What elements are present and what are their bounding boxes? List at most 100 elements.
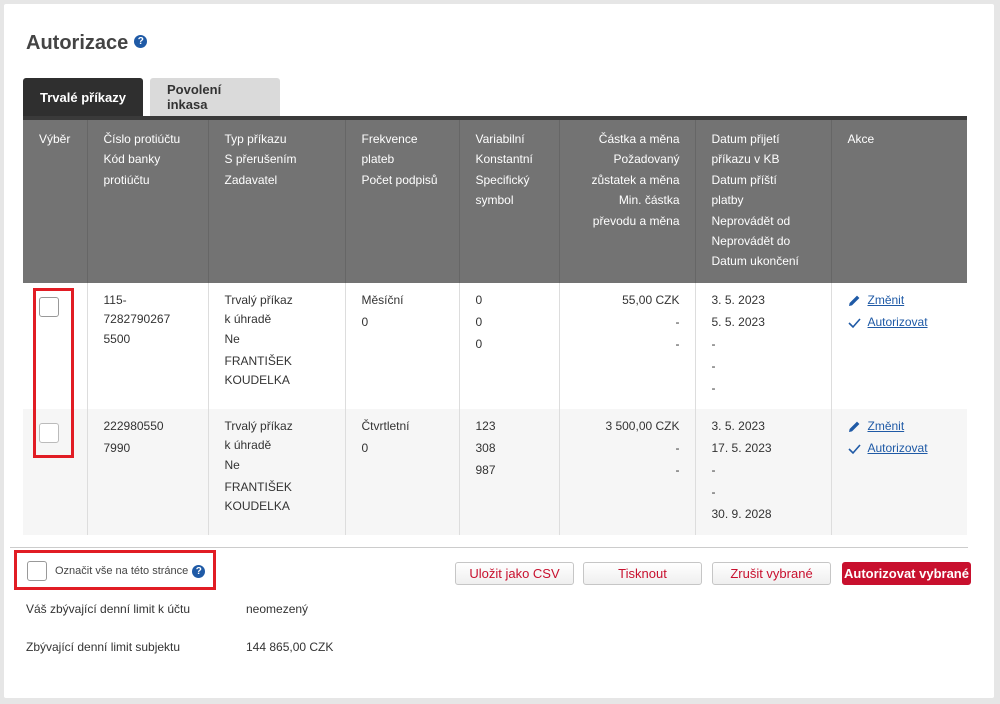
page-title: Autorizace? xyxy=(26,32,148,55)
tab-direct-debit-permits[interactable]: Povolení inkasa xyxy=(150,78,280,116)
col-header-line: Akce xyxy=(847,132,875,146)
authorize-link[interactable]: Autorizovat xyxy=(868,311,928,333)
order-type: Trvalý příkaz k úhradě xyxy=(224,293,293,326)
variable-symbol: 0 xyxy=(475,293,483,307)
signatures-value: 0 xyxy=(361,315,369,329)
col-header-line: Datum příští xyxy=(711,172,777,187)
account-number: 222980550 xyxy=(103,419,164,433)
col-header-line: Požadovaný xyxy=(613,152,680,167)
col-header-line: protiúčtu xyxy=(103,172,150,187)
frequency-cell: Měsíční 0 xyxy=(345,283,460,409)
cancel-selected-button[interactable]: Zrušit vybrané xyxy=(712,562,831,585)
variable-symbol: 123 xyxy=(475,419,496,433)
min-transfer: - xyxy=(675,337,680,351)
table-row: 222980550 7990 Trvalý příkaz k úhradě Ne … xyxy=(23,409,967,535)
col-header-line: Výběr xyxy=(39,132,71,146)
save-csv-button[interactable]: Uložit jako CSV xyxy=(455,562,574,585)
col-header-line: Frekvence xyxy=(361,132,418,146)
skip-to-date: - xyxy=(711,485,716,499)
col-header-line: Počet podpisů xyxy=(361,172,438,187)
interrupt-value: Ne xyxy=(224,458,240,472)
edit-link[interactable]: Změnit xyxy=(868,415,905,437)
col-header-line: Variabilní xyxy=(475,132,525,146)
col-header-line: zůstatek a měna xyxy=(591,172,680,187)
edit-action: Změnit xyxy=(848,289,952,311)
account-number: 115- 7282790267 xyxy=(103,293,171,326)
subject-limit-label: Zbývající denní limit subjektu xyxy=(26,640,181,654)
orders-table: Výběr Číslo protiúčtu Kód banky protiúčtu … xyxy=(23,120,967,535)
help-icon[interactable]: ? xyxy=(134,35,148,49)
frequency-cell: Čtvrtletní 0 xyxy=(345,409,460,535)
account-cell: 222980550 7990 xyxy=(87,409,209,535)
min-transfer: - xyxy=(675,463,680,477)
authorize-selected-button[interactable]: Autorizovat vybrané xyxy=(842,562,971,585)
constant-symbol: 308 xyxy=(475,441,496,455)
col-header-line: Neprovádět od xyxy=(711,213,791,228)
amount-cell: 3 500,00 CZK - - xyxy=(559,409,696,535)
symbols-cell: 123 308 987 xyxy=(459,409,560,535)
frequency-value: Čtvrtletní xyxy=(361,419,410,433)
col-header-frequency: Frekvence plateb Počet podpisů xyxy=(345,120,460,283)
checkmark-icon[interactable] xyxy=(847,316,861,329)
signatures-value: 0 xyxy=(361,441,369,455)
frequency-value: Měsíční xyxy=(361,293,404,307)
creator-name: FRANTIŠEK KOUDELKA xyxy=(224,354,292,387)
type-cell: Trvalý příkaz k úhradě Ne FRANTIŠEK KOUDEL… xyxy=(208,283,346,409)
bank-code: 7990 xyxy=(103,441,131,455)
amount-value: 55,00 CZK xyxy=(622,293,680,307)
col-header-line: Min. částka xyxy=(618,193,680,208)
pencil-icon[interactable] xyxy=(848,294,861,307)
edit-link[interactable]: Změnit xyxy=(868,289,905,311)
constant-symbol: 0 xyxy=(475,315,483,329)
end-date: - xyxy=(711,381,716,395)
account-limit-row: Váš zbývající denní limit k účtu neomeze… xyxy=(26,602,308,616)
col-header-select: Výběr xyxy=(23,120,88,283)
skip-to-date: - xyxy=(711,359,716,373)
subject-limit-value: 144 865,00 CZK xyxy=(246,640,334,654)
skip-from-date: - xyxy=(711,463,716,477)
col-header-amount: Částka a měna Požadovaný zůstatek a měna Mi… xyxy=(559,120,696,283)
table-header-row: Výběr Číslo protiúčtu Kód banky protiúčtu … xyxy=(23,120,967,283)
highlight-select-all xyxy=(14,550,216,590)
divider xyxy=(10,547,968,548)
creator-name: FRANTIŠEK KOUDELKA xyxy=(224,480,292,513)
received-date: 3. 5. 2023 xyxy=(711,419,765,433)
type-cell: Trvalý příkaz k úhradě Ne FRANTIŠEK KOUDEL… xyxy=(208,409,346,535)
bank-code: 5500 xyxy=(103,332,131,346)
actions-cell: Změnit Autorizovat xyxy=(831,409,967,535)
col-header-line: Částka a měna xyxy=(598,132,680,146)
col-header-line: plateb xyxy=(361,152,395,167)
pencil-icon[interactable] xyxy=(848,420,861,433)
skip-from-date: - xyxy=(711,337,716,351)
col-header-line: Číslo protiúčtu xyxy=(103,132,181,146)
dates-cell: 3. 5. 2023 17. 5. 2023 - - 30. 9. 2028 xyxy=(695,409,832,535)
authorize-action: Autorizovat xyxy=(847,311,952,333)
authorize-action: Autorizovat xyxy=(847,437,952,459)
col-header-account: Číslo protiúčtu Kód banky protiúčtu xyxy=(87,120,209,283)
order-type: Trvalý příkaz k úhradě xyxy=(224,419,293,452)
authorize-link[interactable]: Autorizovat xyxy=(868,437,928,459)
specific-symbol: 0 xyxy=(475,337,483,351)
col-header-line: Neprovádět do xyxy=(711,234,791,249)
next-payment-date: 17. 5. 2023 xyxy=(711,441,772,455)
amount-value: 3 500,00 CZK xyxy=(605,419,680,433)
account-limit-value: neomezený xyxy=(246,602,309,616)
account-cell: 115- 7282790267 5500 xyxy=(87,283,209,409)
col-header-line: Kód banky xyxy=(103,152,161,167)
tab-standing-orders[interactable]: Trvalé příkazy xyxy=(23,78,143,116)
required-balance: - xyxy=(675,315,680,329)
print-button[interactable]: Tisknout xyxy=(583,562,702,585)
col-header-line: S přerušením xyxy=(224,152,297,167)
edit-action: Změnit xyxy=(848,415,952,437)
col-header-line: Datum ukončení xyxy=(711,254,799,269)
symbols-cell: 0 0 0 xyxy=(459,283,560,409)
actions-cell: Změnit Autorizovat xyxy=(831,283,967,409)
col-header-line: Datum přijetí xyxy=(711,132,780,146)
col-header-line: převodu a měna xyxy=(592,213,680,228)
col-header-line: příkazu v KB xyxy=(711,152,780,167)
account-limit-label: Váš zbývající denní limit k účtu xyxy=(26,602,191,616)
checkmark-icon[interactable] xyxy=(847,442,861,455)
interrupt-value: Ne xyxy=(224,332,240,346)
col-header-line: symbol xyxy=(475,193,514,208)
col-header-line: Konstantní xyxy=(475,152,533,167)
